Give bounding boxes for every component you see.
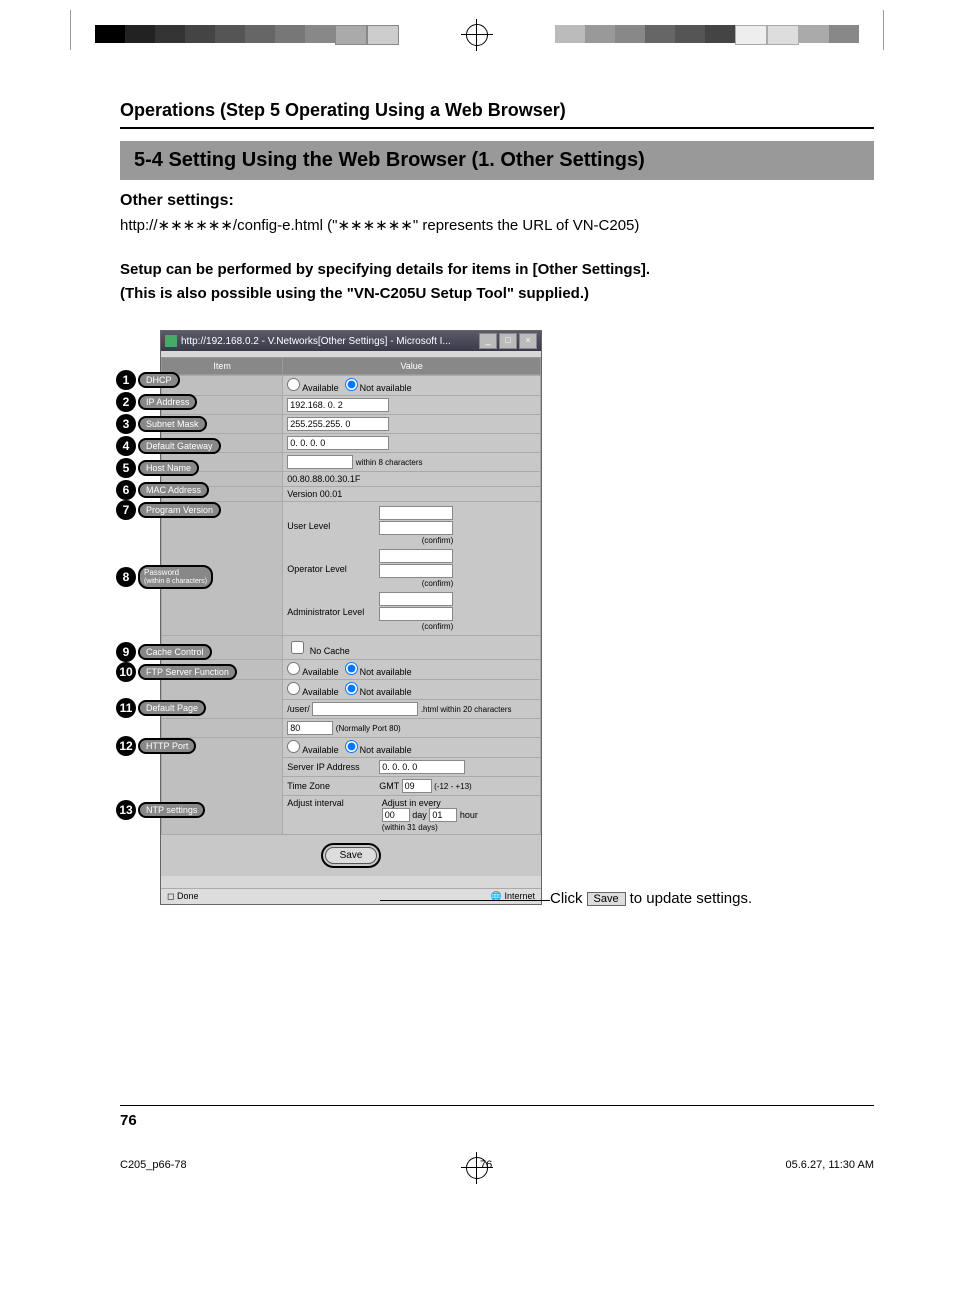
- section-title: 5-4 Setting Using the Web Browser (1. Ot…: [120, 141, 874, 180]
- save-button[interactable]: Save: [325, 847, 378, 864]
- subnet-mask-input[interactable]: [287, 417, 389, 431]
- callout-2: 2: [116, 392, 136, 412]
- user-password-confirm-input[interactable]: [379, 521, 453, 535]
- user-password-input[interactable]: [379, 506, 453, 520]
- host-name-input[interactable]: [287, 455, 353, 469]
- callout-5: 5: [116, 458, 136, 478]
- admin-password-input[interactable]: [379, 592, 453, 606]
- callout-11: 11: [116, 698, 136, 718]
- url-line: http://∗∗∗∗∗∗/config-e.html ("∗∗∗∗∗∗" re…: [120, 216, 874, 234]
- callout-8: 8: [116, 567, 136, 587]
- ntp-day-input[interactable]: [382, 808, 410, 822]
- ntp-available-radio[interactable]: [287, 740, 300, 753]
- click-save-note: Click Save to update settings.: [550, 890, 752, 907]
- default-gateway-input[interactable]: [287, 436, 389, 450]
- callout-10: 10: [116, 662, 136, 682]
- callout-9: 9: [116, 642, 136, 662]
- ie-icon: [165, 335, 177, 347]
- window-titlebar: http://192.168.0.2 - V.Networks[Other Se…: [161, 331, 541, 351]
- done-icon: ◻: [167, 891, 174, 901]
- print-marks: [0, 0, 954, 60]
- callout-13: 13: [116, 800, 136, 820]
- ftp-available-radio[interactable]: [287, 662, 300, 675]
- ntp-hour-input[interactable]: [429, 808, 457, 822]
- default-page-input[interactable]: [312, 702, 418, 716]
- setup-description: Setup can be performed by specifying det…: [120, 258, 874, 306]
- dhcp-notavailable-radio[interactable]: [345, 378, 358, 391]
- other-settings-heading: Other settings:: [120, 192, 874, 210]
- close-button[interactable]: ×: [519, 333, 537, 349]
- operator-password-confirm-input[interactable]: [379, 564, 453, 578]
- registration-mark-bottom-icon: [466, 1157, 488, 1179]
- callout-4: 4: [116, 436, 136, 456]
- col-value: Value: [283, 358, 541, 375]
- callout-6: 6: [116, 480, 136, 500]
- browser-window: http://192.168.0.2 - V.Networks[Other Se…: [160, 330, 542, 905]
- ntp-notavailable-radio[interactable]: [345, 740, 358, 753]
- minimize-button[interactable]: _: [479, 333, 497, 349]
- save-button-inline: Save: [587, 892, 626, 906]
- settings-table: Item Value DHCP Available Not available: [161, 357, 541, 835]
- defaultpage-notavailable-radio[interactable]: [345, 682, 358, 695]
- col-item: Item: [162, 358, 283, 375]
- dhcp-available-radio[interactable]: [287, 378, 300, 391]
- row-httpport-label: [162, 719, 283, 738]
- callout-7: 7: [116, 500, 136, 520]
- http-port-input[interactable]: [287, 721, 333, 735]
- operator-password-input[interactable]: [379, 549, 453, 563]
- callout-12: 12: [116, 736, 136, 756]
- page-number: 76: [120, 1105, 874, 1129]
- defaultpage-available-radio[interactable]: [287, 682, 300, 695]
- maximize-button[interactable]: □: [499, 333, 517, 349]
- row-dhcp-value: Available Not available: [283, 376, 541, 396]
- ip-address-input[interactable]: [287, 398, 389, 412]
- callout-1: 1: [116, 370, 136, 390]
- program-version-value: Version 00.01: [283, 487, 541, 502]
- ntp-timezone-input[interactable]: [402, 779, 432, 793]
- statusbar: ◻ Done 🌐 Internet: [161, 888, 541, 904]
- registration-mark-icon: [466, 24, 488, 46]
- save-button-highlight: Save: [321, 843, 382, 868]
- ftp-notavailable-radio[interactable]: [345, 662, 358, 675]
- window-title: http://192.168.0.2 - V.Networks[Other Se…: [181, 336, 479, 347]
- admin-password-confirm-input[interactable]: [379, 607, 453, 621]
- ntp-server-input[interactable]: [379, 760, 465, 774]
- no-cache-checkbox[interactable]: [291, 641, 304, 654]
- page-header: Operations (Step 5 Operating Using a Web…: [120, 100, 874, 129]
- callout-3: 3: [116, 414, 136, 434]
- mac-address-value: 00.80.88.00.30.1F: [283, 472, 541, 487]
